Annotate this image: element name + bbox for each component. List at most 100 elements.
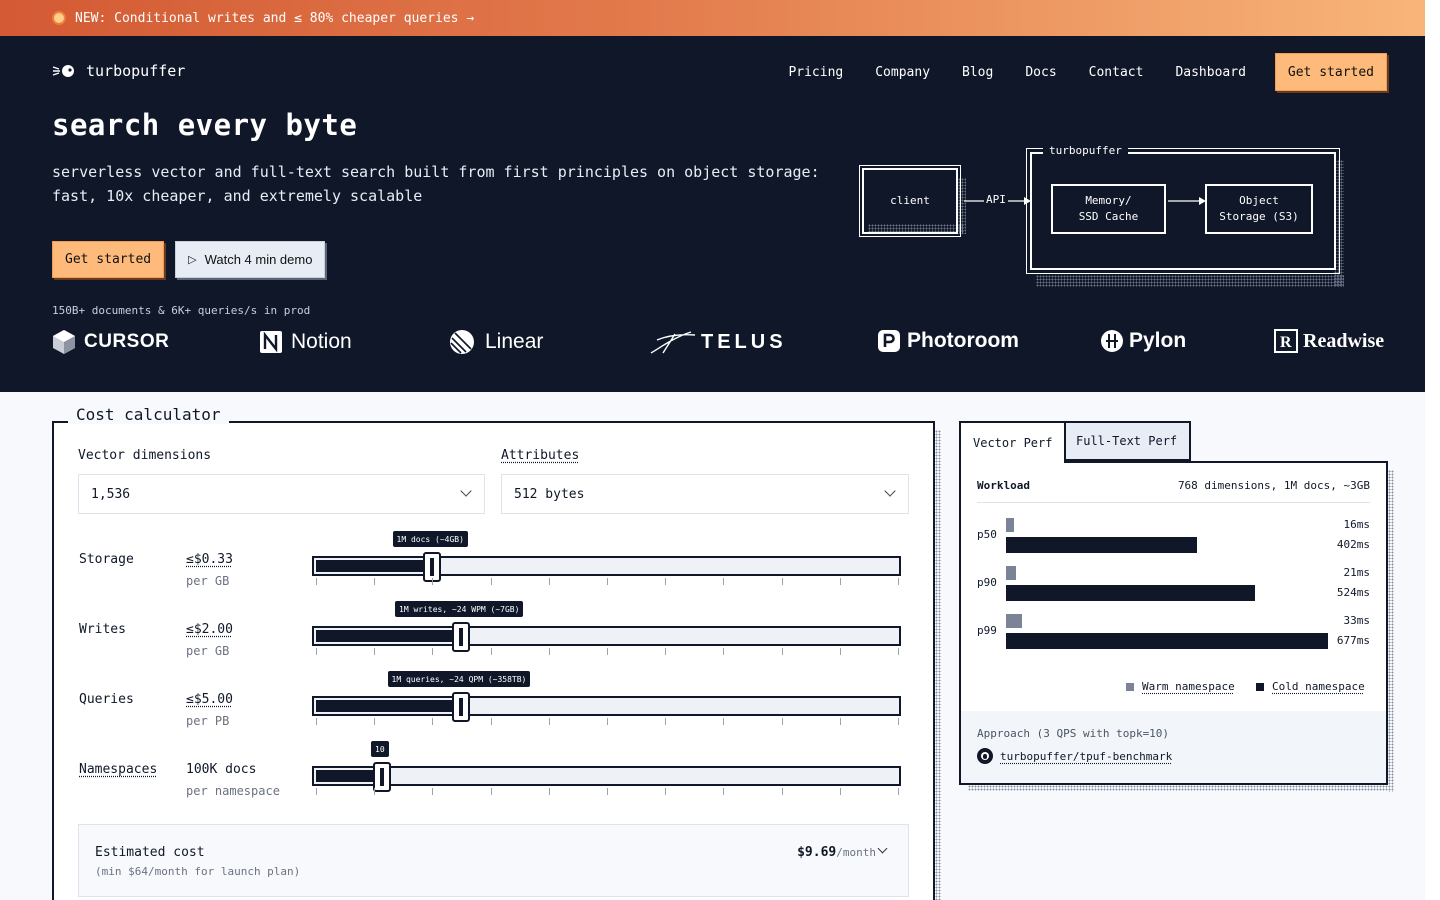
slider-fill [316,700,462,712]
writes-unit: per GB [186,644,230,658]
nav-docs[interactable]: Docs [1025,65,1056,80]
vector-dimensions-select[interactable]: 1,536 [78,474,485,514]
queries-slider[interactable] [312,692,901,722]
nav-contact[interactable]: Contact [1089,65,1144,80]
svg-text:R: R [1280,334,1292,351]
slider-tick [607,648,608,655]
cold-latency-label: 524ms [1336,586,1370,599]
slider-tick [374,718,375,725]
slider-tick [665,578,666,585]
logo-notion: Notion [259,329,352,355]
announcement-icon [52,11,66,25]
slider-tick [723,788,724,795]
storage-slider[interactable] [312,552,901,582]
diagram-storage-box: Object Storage (S3) [1205,184,1313,234]
nav-blog[interactable]: Blog [962,65,993,80]
estimated-cost-note: (min $64/month for launch plan) [95,865,301,878]
chevron-down-icon[interactable] [877,843,888,854]
slider-tick [432,648,433,655]
warm-bar [1006,518,1014,532]
logo-photoroom: Photoroom [877,329,1019,353]
logo-linear: Linear [449,329,543,355]
slider-tick [491,718,492,725]
estimated-cost-label: Estimated cost [95,845,205,860]
writes-price[interactable]: ≤$2.00 [186,622,233,637]
slider-tick [782,578,783,585]
benchmark-repo-link[interactable]: turbopuffer/tpuf-benchmark [977,748,1172,764]
slider-fill [316,630,462,642]
logo-pylon: Pylon [1100,329,1186,353]
tab-vector-perf[interactable]: Vector Perf [959,421,1067,463]
estimated-cost-panel[interactable]: Estimated cost (min $64/month for launch… [78,824,909,897]
nav-dashboard[interactable]: Dashboard [1175,65,1245,80]
slider-tick [491,648,492,655]
slider-tick [723,578,724,585]
workload-label: Workload [977,479,1030,492]
slider-tick [549,578,550,585]
slider-tick [665,648,666,655]
writes-slider[interactable] [312,622,901,652]
diagram-api-label: API [984,193,1008,206]
pylon-logo-icon [1101,330,1123,352]
nav-pricing[interactable]: Pricing [788,65,843,80]
storage-price[interactable]: ≤$0.33 [186,552,233,567]
slider-tick [607,718,608,725]
namespaces-slider[interactable] [312,762,901,792]
slider-ticks [316,578,900,586]
slider-tick [549,788,550,795]
namespaces-label[interactable]: Namespaces [79,762,157,777]
warm-swatch [1126,682,1134,691]
chevron-down-icon [884,485,896,497]
page-scrollbar[interactable] [1425,0,1440,900]
announcement-bar[interactable]: NEW: Conditional writes and ≤ 80% cheape… [0,0,1425,36]
slider-tick [432,578,433,585]
brand-logo[interactable]: turbopuffer [52,62,185,80]
linear-logo-icon [450,330,474,354]
slider-tick [840,788,841,795]
watch-demo-button[interactable]: ▷ Watch 4 min demo [175,241,326,278]
namespaces-unit: per namespace [186,784,280,798]
writes-tooltip: 1M writes, ~24 WPM (~7GB) [395,601,524,617]
telus-logo-icon [650,331,696,354]
logo-readwise: R Readwise [1274,329,1384,353]
usage-stats: 150B+ documents & 6K+ queries/s in prod [52,304,311,317]
cold-bar [1006,633,1328,649]
nav-company[interactable]: Company [875,65,930,80]
queries-price[interactable]: ≤$5.00 [186,692,233,707]
approach-section: Approach (3 QPS with topk=10) turbopuffe… [961,711,1386,783]
hero-subtitle: serverless vector and full-text search b… [52,163,820,205]
attributes-label[interactable]: Attributes [501,448,579,463]
cold-swatch [1256,682,1264,691]
slider-ticks [316,718,900,726]
puffer-fish-icon [52,65,74,77]
storage-unit: per GB [186,574,230,588]
slider-tick [782,718,783,725]
diagram-client: client [859,165,961,237]
legend-warm: Warm namespace [1126,680,1235,693]
percentile-label: p90 [977,576,997,589]
warm-bar [1006,614,1022,628]
queries-unit: per PB [186,714,230,728]
slider-tick [898,788,899,795]
slider-tick [898,718,899,725]
attributes-select[interactable]: 512 bytes [501,474,909,514]
slider-ticks [316,648,900,656]
slider-tick [723,648,724,655]
hero-get-started-button[interactable]: Get started [52,241,165,278]
legend-cold: Cold namespace [1256,680,1365,693]
slider-tick [898,578,899,585]
notion-logo-icon [260,331,282,353]
slider-tick [432,788,433,795]
hero-cta-group: Get started ▷ Watch 4 min demo [52,241,326,278]
slider-tick [316,648,317,655]
namespaces-tooltip: 10 [371,741,389,757]
slider-tick [607,578,608,585]
slider-tick [316,788,317,795]
nav-get-started-button[interactable]: Get started [1274,53,1387,91]
slider-ticks [316,788,900,796]
tab-full-text-perf[interactable]: Full-Text Perf [1062,421,1192,461]
cold-bar [1006,537,1197,553]
diagram-cache-box: Memory/SSD Cache [1051,184,1166,234]
slider-tick [549,718,550,725]
slider-tick [840,578,841,585]
